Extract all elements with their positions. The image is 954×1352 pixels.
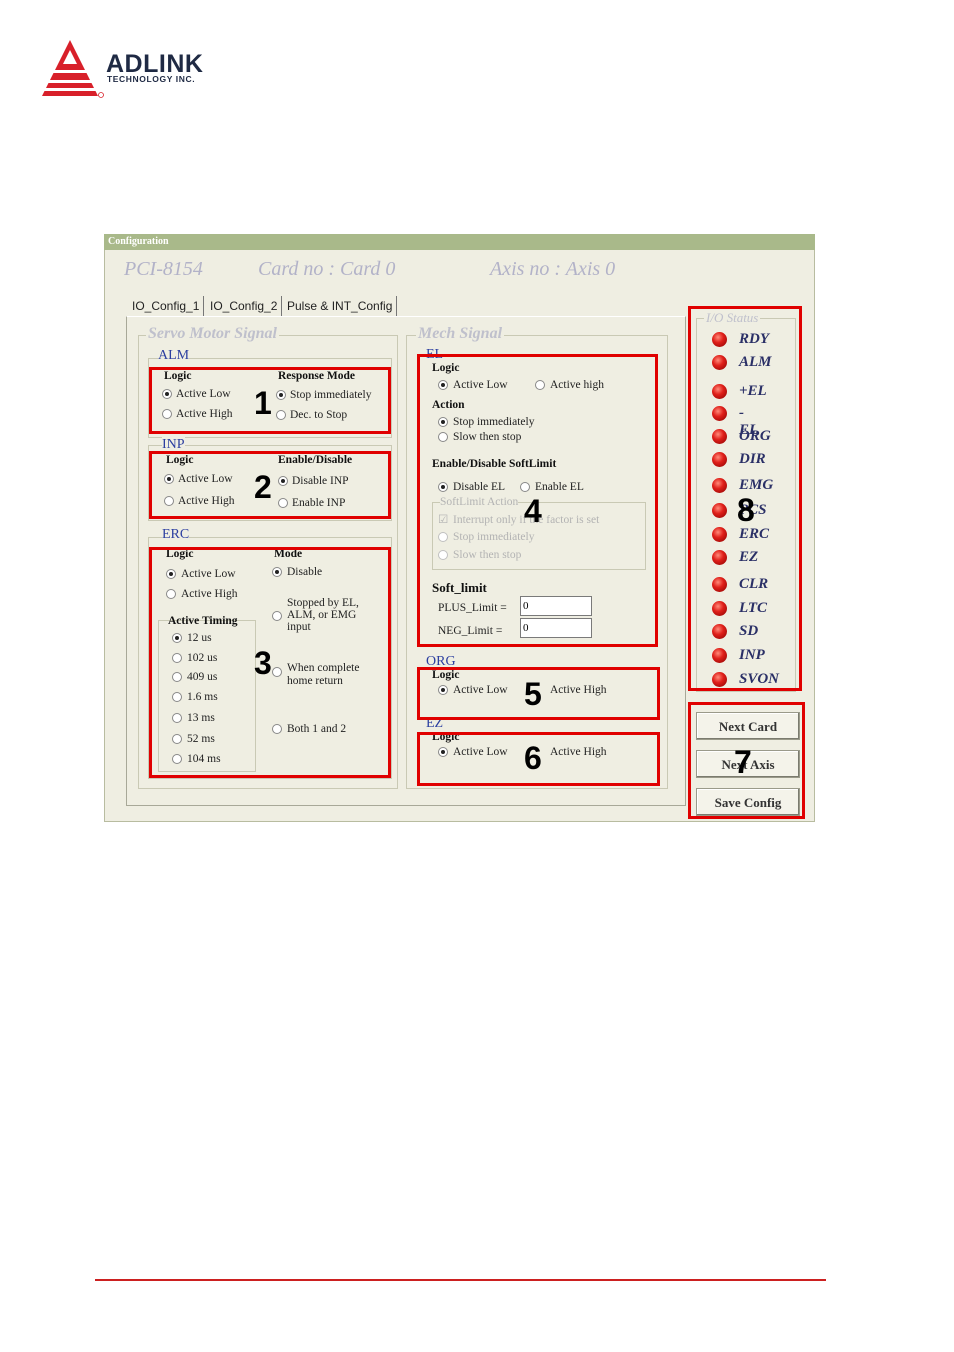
tab-io-config-1[interactable]: IO_Config_1 <box>128 296 205 316</box>
servo-panel-title: Servo Motor Signal <box>146 325 279 343</box>
logo-subtitle: TECHNOLOGY INC. <box>107 74 196 84</box>
marker-2: 2 <box>254 469 272 505</box>
card-model: PCI-8154 <box>124 258 203 280</box>
footer-rule <box>95 1279 826 1281</box>
erc-title: ERC <box>162 527 190 543</box>
card-number: Card no : Card 0 <box>258 258 396 280</box>
alm-title: ALM <box>158 348 190 364</box>
axis-number: Axis no : Axis 0 <box>490 258 616 280</box>
marker-4: 4 <box>524 493 542 529</box>
marker-1: 1 <box>254 385 272 421</box>
tab-pulse-int-config[interactable]: Pulse & INT_Config <box>283 296 398 316</box>
mech-panel-title: Mech Signal <box>416 325 505 343</box>
marker-8: 8 <box>737 492 755 528</box>
marker-6: 6 <box>524 740 542 776</box>
adlink-logo-icon <box>42 40 104 98</box>
window-title: Configuration <box>104 234 815 250</box>
marker-7: 7 <box>734 744 752 780</box>
marker-5: 5 <box>524 676 542 712</box>
marker-3: 3 <box>254 645 272 681</box>
tab-io-config-2[interactable]: IO_Config_2 <box>206 296 283 316</box>
